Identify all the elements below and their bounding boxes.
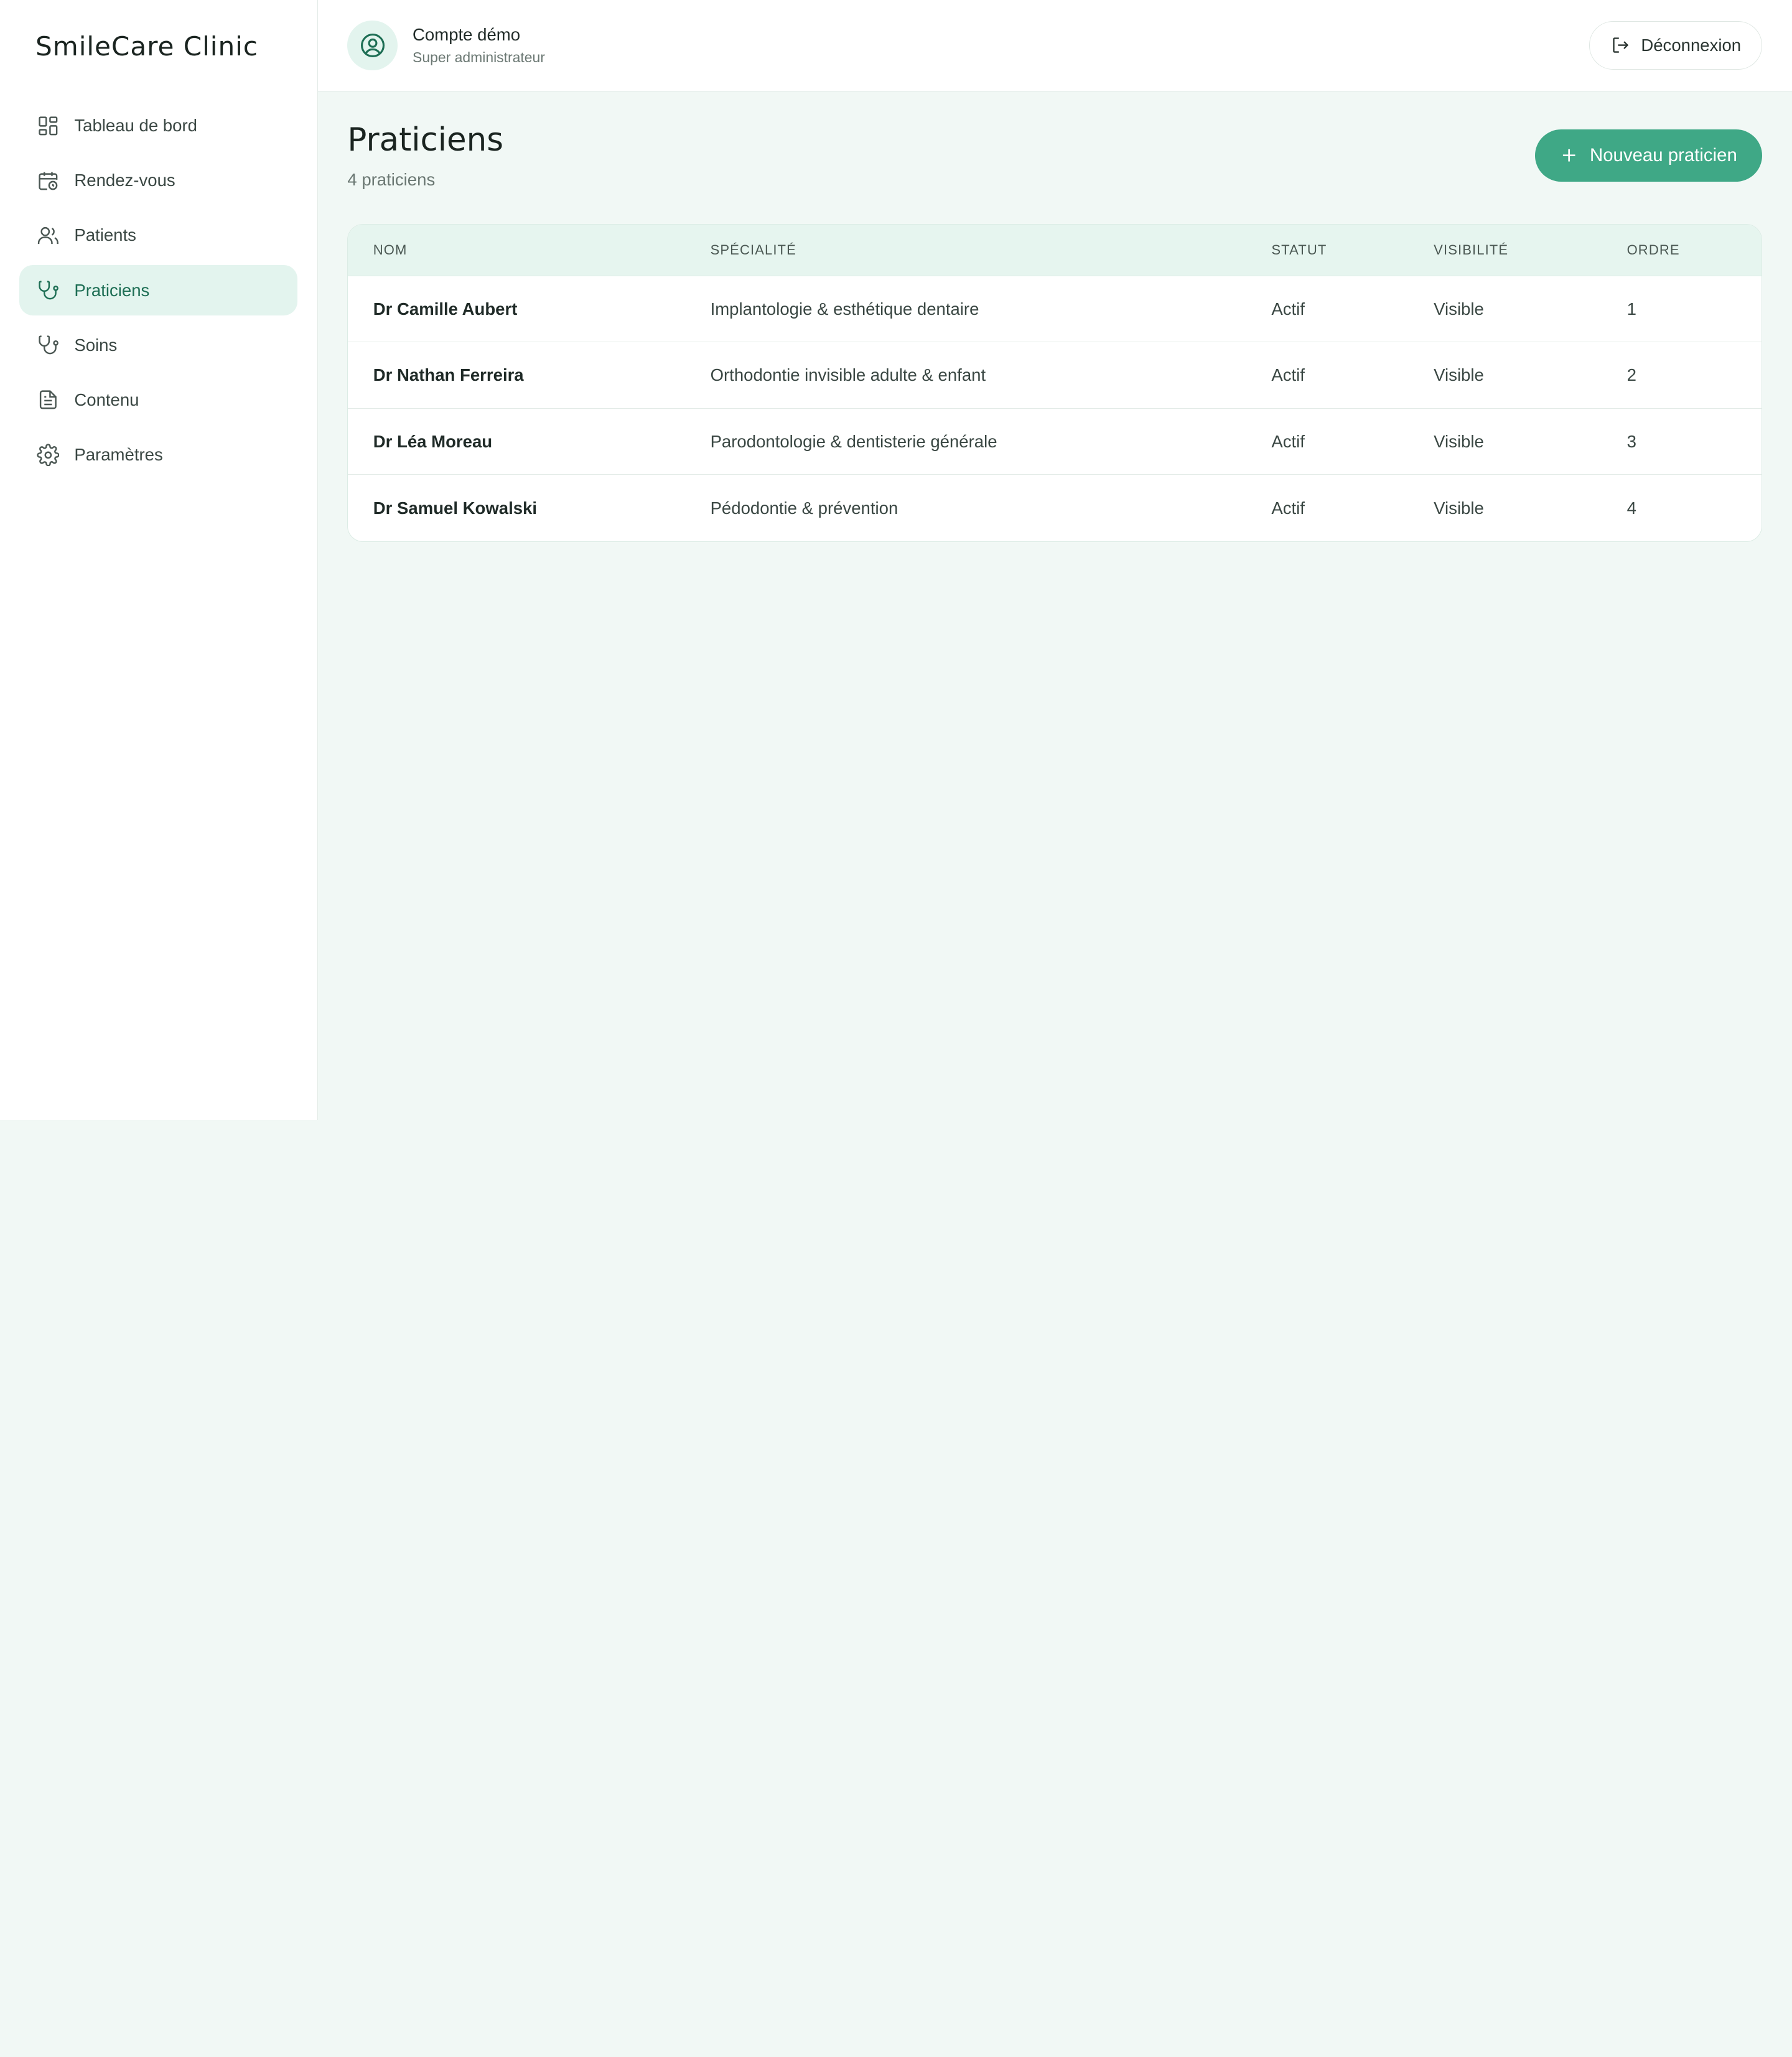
page-title: Praticiens — [347, 121, 504, 159]
sidebar-item-label: Rendez-vous — [74, 170, 175, 190]
cell-name: Dr Nathan Ferreira — [373, 365, 524, 385]
sidebar-item-appointments[interactable]: Rendez-vous — [19, 156, 297, 206]
topbar: Compte démo Super administrateur Déconne… — [317, 0, 1792, 91]
account-text: Compte démo Super administrateur — [413, 25, 545, 66]
cell-specialty: Pédodontie & prévention — [710, 498, 898, 518]
cell-specialty: Parodontologie & dentisterie générale — [710, 431, 997, 451]
calendar-clock-icon — [39, 172, 58, 190]
cell-visibility: Visible — [1434, 431, 1484, 451]
logout-button[interactable]: Déconnexion — [1589, 21, 1763, 70]
cell-specialty: Implantologie & esthétique dentaire — [710, 299, 979, 319]
stethoscope-icon — [39, 281, 58, 300]
cell-visibility: Visible — [1434, 299, 1484, 319]
sidebar-item-dashboard[interactable]: Tableau de bord — [19, 101, 297, 151]
cell-order: 2 — [1626, 365, 1636, 385]
cell-status: Actif — [1271, 365, 1305, 385]
cell-order: 4 — [1626, 498, 1636, 518]
column-header-status[interactable]: Statut — [1271, 242, 1434, 258]
cell-status: Actif — [1271, 299, 1305, 319]
logout-label: Déconnexion — [1641, 35, 1742, 55]
column-header-name[interactable]: Nom — [348, 242, 710, 258]
users-icon — [37, 226, 58, 245]
sidebar-item-label: Contenu — [74, 389, 139, 409]
sidebar-item-label: Tableau de bord — [74, 116, 197, 136]
cell-specialty: Orthodontie invisible adulte & enfant — [710, 365, 986, 385]
plus-icon — [1563, 149, 1575, 162]
cell-visibility: Visible — [1434, 365, 1484, 385]
account-role: Super administrateur — [413, 49, 545, 66]
logout-icon — [1613, 37, 1628, 54]
sidebar-item-care[interactable]: Soins — [19, 320, 297, 370]
sidebar: SmileCare Clinic Tableau de bord Rendez-… — [0, 0, 318, 1120]
table-header: Nom Spécialité Statut Visibilité Ordre — [348, 225, 1762, 276]
cell-order: 3 — [1626, 431, 1636, 451]
page-header: Praticiens 4 praticiens Nouveau praticie… — [347, 121, 1763, 190]
brand-logo[interactable]: SmileCare Clinic — [0, 0, 317, 101]
cell-name: Dr Camille Aubert — [373, 299, 518, 319]
cell-order: 1 — [1626, 299, 1636, 319]
document-icon — [39, 390, 57, 409]
sidebar-item-content[interactable]: Contenu — [19, 375, 297, 425]
table-row[interactable]: Dr Nathan Ferreira Orthodontie invisible… — [348, 342, 1762, 409]
cell-visibility: Visible — [1434, 498, 1484, 518]
cell-name: Dr Léa Moreau — [373, 431, 493, 451]
column-header-order[interactable]: Ordre — [1627, 242, 1762, 258]
avatar[interactable] — [347, 20, 398, 71]
account-info: Compte démo Super administrateur — [347, 20, 545, 71]
column-header-specialty[interactable]: Spécialité — [711, 242, 1272, 258]
cell-status: Actif — [1271, 431, 1305, 451]
sidebar-item-label: Patients — [74, 225, 136, 245]
practitioners-table: Nom Spécialité Statut Visibilité Ordre D… — [347, 224, 1763, 542]
gear-icon — [37, 443, 60, 466]
account-name: Compte démo — [413, 24, 521, 44]
new-practitioner-label: Nouveau praticien — [1590, 144, 1737, 166]
main-area: Compte démo Super administrateur Déconne… — [317, 0, 1792, 1120]
new-practitioner-button[interactable]: Nouveau praticien — [1534, 129, 1763, 182]
sidebar-item-patients[interactable]: Patients — [19, 210, 297, 261]
user-circle-icon — [360, 33, 385, 57]
sidebar-item-label: Soins — [74, 335, 118, 355]
page-subtitle: 4 praticiens — [347, 170, 436, 190]
cell-name: Dr Samuel Kowalski — [373, 498, 538, 518]
column-header-visibility[interactable]: Visibilité — [1434, 242, 1626, 258]
table-row[interactable]: Dr Camille Aubert Implantologie & esthét… — [348, 276, 1762, 343]
stethoscope-icon — [39, 335, 58, 355]
sidebar-item-settings[interactable]: Paramètres — [19, 430, 297, 480]
cell-status: Actif — [1271, 498, 1305, 518]
content: Praticiens 4 praticiens Nouveau praticie… — [318, 91, 1792, 572]
dashboard-icon — [39, 116, 58, 136]
app-root: SmileCare Clinic Tableau de bord Rendez-… — [0, 0, 1792, 1120]
sidebar-item-label: Praticiens — [74, 280, 150, 300]
sidebar-nav: Tableau de bord Rendez-vous Patients Pra… — [0, 101, 317, 480]
table-row[interactable]: Dr Samuel Kowalski Pédodontie & préventi… — [348, 475, 1762, 541]
table-row[interactable]: Dr Léa Moreau Parodontologie & dentister… — [348, 409, 1762, 475]
sidebar-item-practitioners[interactable]: Praticiens — [19, 265, 298, 315]
sidebar-item-label: Paramètres — [74, 444, 163, 464]
